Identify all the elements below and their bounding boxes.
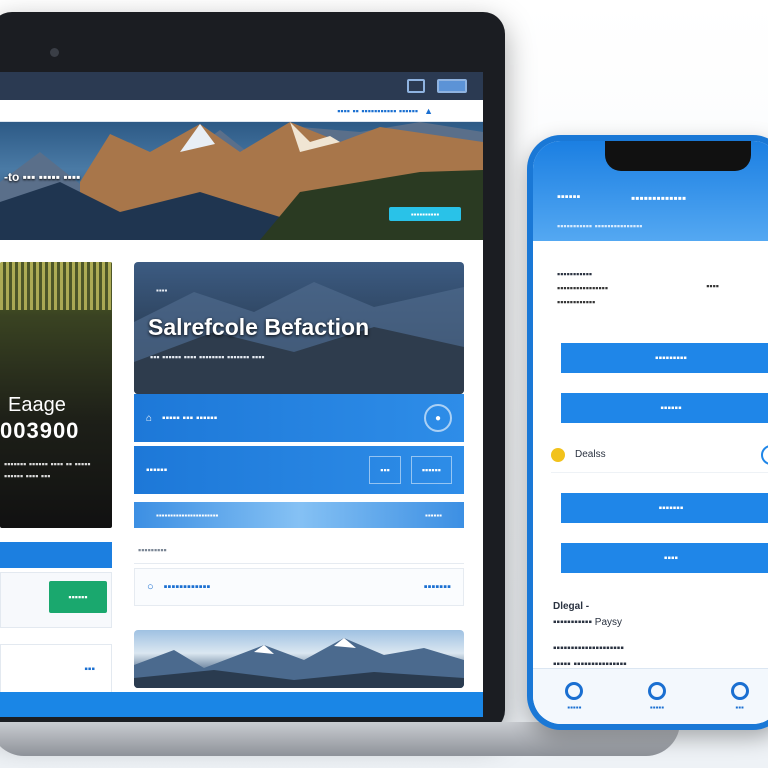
laptop-screen: ▪▪▪▪ ▪▪ ▪▪▪▪▪▪▪▪▪▪▪ ▪▪▪▪▪▪ ▲ -to ▪▪▪ ▪▪▪… (0, 72, 483, 717)
stripe-left-text: ▪▪▪▪▪▪▪▪▪▪▪▪▪▪▪▪▪▪▪▪▪▪ (156, 510, 219, 520)
phone-button-1[interactable]: ▪▪▪▪▪▪▪▪▪ (561, 343, 768, 373)
feature-subtitle: ▪▪▪ ▪▪▪▪▪▪ ▪▪▪▪ ▪▪▪▪▪▪▪▪ ▪▪▪▪▪▪▪ ▪▪▪▪ (150, 352, 265, 362)
search-nav-icon (647, 681, 666, 700)
info-icon: ● (434, 412, 442, 424)
phone-info-block: ▪▪▪▪▪▪▪▪▪▪▪ ▪▪▪▪▪▪▪▪▪▪▪▪▪▪▪▪ ▪▪▪▪▪▪▪▪▪▪▪… (533, 241, 768, 337)
text-line-2b: Paysy (594, 617, 623, 628)
feature-card[interactable]: ▪▪▪▪ Salrefcole Befaction ▪▪▪ ▪▪▪▪▪▪ ▪▪▪… (134, 262, 464, 394)
home-nav-icon (565, 681, 584, 700)
promo-card[interactable]: Eaage 003900 ▪▪▪▪▪▪▪ ▪▪▪▪▪▪ ▪▪▪▪ ▪▪ ▪▪▪▪… (0, 262, 112, 528)
action-row-2-label: ▪▪▪▪▪▪ (146, 464, 168, 476)
coin-icon (551, 447, 565, 462)
address-text: ▪▪▪▪ ▪▪ ▪▪▪▪▪▪▪▪▪▪▪ ▪▪▪▪▪▪ (337, 105, 419, 116)
camera-dot (50, 48, 59, 57)
deals-item[interactable]: Dealss (551, 437, 768, 473)
info-circle-button[interactable]: ● (424, 404, 452, 432)
phone-title: ▪▪▪▪▪▪▪▪▪▪▪▪▪ (631, 191, 687, 205)
link-row[interactable]: ○ ▪▪▪▪▪▪▪▪▪▪▪▪ ▪▪▪▪▪▪▪ (134, 568, 464, 606)
row-2-pill-1[interactable]: ▪▪▪ (369, 456, 401, 484)
window-titlebar (0, 72, 483, 100)
nav-item-1[interactable]: ▪▪▪▪▪ (565, 681, 584, 712)
section-label: ▪▪▪▪▪▪▪▪▪ (134, 536, 464, 564)
circle-icon: ○ (147, 581, 154, 593)
phone-text-block: Dlegal - ▪▪▪▪▪▪▪▪▪▪▪ Paysy ▪▪▪▪▪▪▪▪▪▪▪▪▪… (553, 599, 768, 673)
info-line-2: ▪▪▪▪▪▪▪▪▪▪▪▪▪▪▪▪ (557, 283, 609, 293)
device-mockup-scene: ▪▪▪▪ ▪▪ ▪▪▪▪▪▪▪▪▪▪▪ ▪▪▪▪▪▪ ▲ -to ▪▪▪ ▪▪▪… (0, 0, 768, 768)
promo-number: 003900 (0, 418, 80, 443)
info-right-value: ▪▪▪▪ (706, 281, 719, 291)
minimize-button[interactable] (407, 79, 425, 93)
arrow-up-icon: ▲ (424, 105, 433, 116)
action-row-2[interactable]: ▪▪▪▪▪▪ ▪▪▪ ▪▪▪▪▪▪ (134, 446, 464, 494)
action-row-1[interactable]: ⌂ ▪▪▪▪▪ ▪▪▪ ▪▪▪▪▪▪ ● (134, 394, 464, 442)
mountain-thumbnail[interactable] (134, 630, 464, 688)
row-2-pill-2[interactable]: ▪▪▪▪▪▪ (410, 456, 452, 484)
info-line-1: ▪▪▪▪▪▪▪▪▪▪▪ (557, 269, 593, 279)
nav-label-1: ▪▪▪▪▪ (567, 702, 582, 712)
stripe-right-text[interactable]: ▪▪▪▪▪▪ (425, 511, 442, 520)
address-bar[interactable]: ▪▪▪▪ ▪▪ ▪▪▪▪▪▪▪▪▪▪▪ ▪▪▪▪▪▪ ▲ (0, 100, 483, 122)
green-action-button[interactable]: ▪▪▪▪▪▪ (49, 581, 107, 613)
deals-label: Dealss (575, 449, 606, 460)
main-column: ▪▪▪▪ Salrefcole Befaction ▪▪▪ ▪▪▪▪▪▪ ▪▪▪… (134, 262, 464, 688)
text-line-3: ▪▪▪▪▪▪▪▪▪▪▪▪▪▪▪▪▪▪▪▪ (553, 643, 624, 654)
link-row-left[interactable]: ▪▪▪▪▪▪▪▪▪▪▪▪ (164, 581, 414, 593)
laptop-frame: ▪▪▪▪ ▪▪ ▪▪▪▪▪▪▪▪▪▪▪ ▪▪▪▪▪▪ ▲ -to ▪▪▪ ▪▪▪… (0, 12, 505, 732)
nav-label-2: ▪▪▪▪▪ (649, 702, 665, 712)
home-icon: ⌂ (146, 412, 153, 424)
nav-label-3: ▪▪▪ (735, 702, 744, 712)
toggle-icon[interactable] (761, 444, 768, 465)
hero-cta-button[interactable]: ▪▪▪▪▪▪▪▪▪▪ (389, 207, 461, 221)
screen-footer-bar (0, 692, 483, 717)
phone-back-link[interactable]: ▪▪▪▪▪▪ (557, 191, 580, 203)
phone-frame: ▪▪▪▪▪▪ ▪▪▪▪▪▪▪▪▪▪▪▪▪ ▪▪▪▪▪▪▪▪▪▪▪ ▪▪▪▪▪▪▪… (527, 135, 768, 730)
text-line-2a: ▪▪▪▪▪▪▪▪▪▪▪ (553, 617, 592, 628)
text-line-2: ▪▪▪▪▪▪▪▪▪▪▪ Paysy (553, 615, 768, 631)
maximize-button[interactable] (437, 79, 467, 93)
left-link-card[interactable]: ▪▪▪ (0, 644, 112, 694)
phone-button-4[interactable]: ▪▪▪▪ (561, 543, 768, 573)
promo-subtext: ▪▪▪▪▪▪▪ ▪▪▪▪▪▪ ▪▪▪▪ ▪▪ ▪▪▪▪▪ ▪▪▪▪▪▪ ▪▪▪▪… (4, 459, 91, 481)
left-action-card: ▪▪▪▪▪▪ (0, 572, 112, 628)
info-stripe: ▪▪▪▪▪▪▪▪▪▪▪▪▪▪▪▪▪▪▪▪▪▪ ▪▪▪▪▪▪ (134, 502, 464, 528)
hero-caption: -to ▪▪▪ ▪▪▪▪▪ ▪▪▪▪ (4, 170, 81, 184)
nav-item-2[interactable]: ▪▪▪▪▪ (647, 681, 666, 712)
left-link-text[interactable]: ▪▪▪ (84, 664, 95, 675)
phone-notch (605, 141, 751, 171)
action-row-1-label: ▪▪▪▪▪ ▪▪▪ ▪▪▪▪▪▪ (162, 412, 218, 424)
forest-image (0, 262, 112, 310)
promo-title: Eaage (8, 394, 66, 416)
nav-item-3[interactable]: ▪▪▪ (730, 681, 749, 712)
phone-screen: ▪▪▪▪▪▪ ▪▪▪▪▪▪▪▪▪▪▪▪▪ ▪▪▪▪▪▪▪▪▪▪▪ ▪▪▪▪▪▪▪… (533, 141, 768, 724)
phone-button-2[interactable]: ▪▪▪▪▪▪ (561, 393, 768, 423)
info-line-3: ▪▪▪▪▪▪▪▪▪▪▪▪ (557, 297, 596, 307)
profile-nav-icon (730, 681, 749, 700)
text-line-1: Dlegal - (553, 601, 590, 612)
hero-banner: -to ▪▪▪ ▪▪▪▪▪ ▪▪▪▪ ▪▪▪▪▪▪▪▪▪▪ (0, 122, 483, 240)
phone-button-3[interactable]: ▪▪▪▪▪▪▪ (561, 493, 768, 523)
link-row-right[interactable]: ▪▪▪▪▪▪▪ (424, 581, 451, 593)
feature-tag: ▪▪▪▪ (156, 286, 168, 295)
feature-title: Salrefcole Befaction (148, 314, 370, 340)
phone-bottom-nav: ▪▪▪▪▪ ▪▪▪▪▪ ▪▪▪ (533, 668, 768, 724)
phone-subtitle: ▪▪▪▪▪▪▪▪▪▪▪ ▪▪▪▪▪▪▪▪▪▪▪▪▪▪▪ (557, 221, 643, 231)
thumbnail-mountain-image (134, 638, 464, 688)
left-blue-bar (0, 542, 112, 568)
